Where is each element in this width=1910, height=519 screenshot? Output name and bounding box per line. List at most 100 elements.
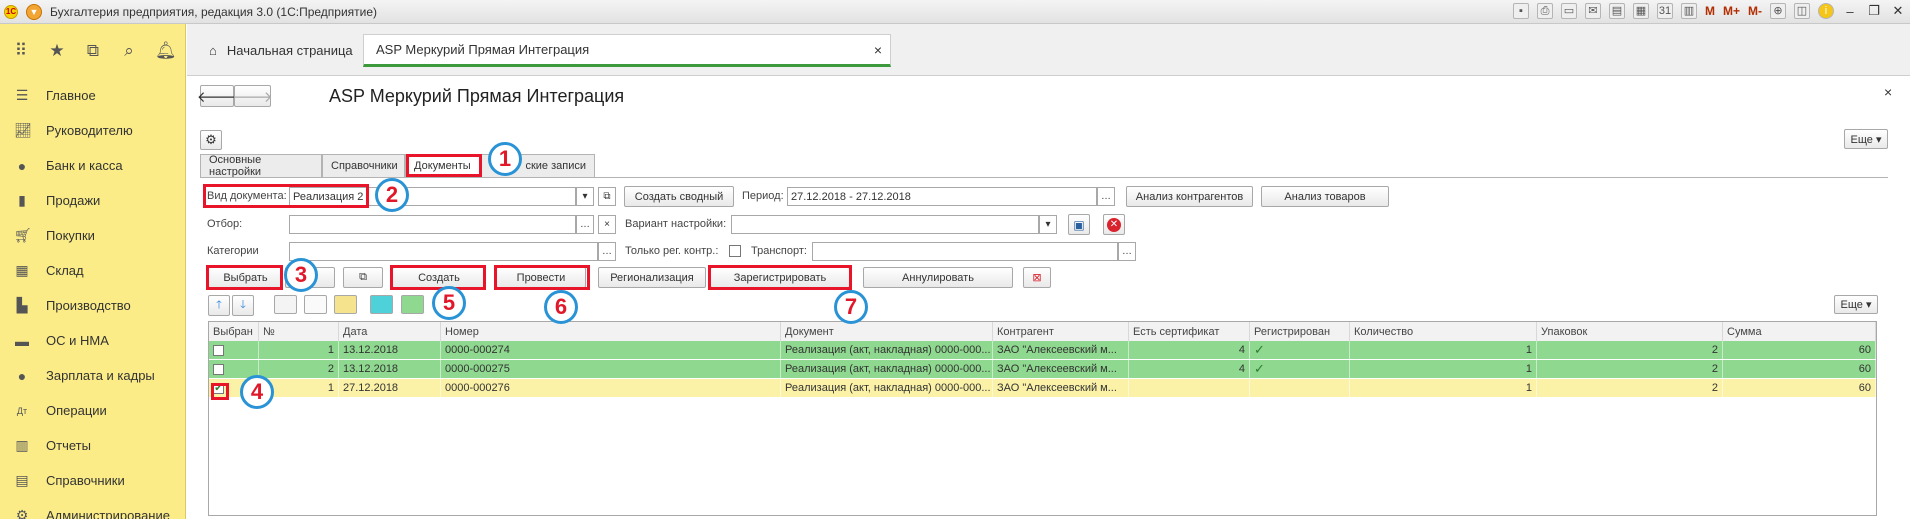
- memory-button[interactable]: M: [1705, 4, 1715, 18]
- panels-icon[interactable]: ◫: [1794, 3, 1810, 19]
- table-row[interactable]: ✔ 1 27.12.2018 0000-000276 Реализация (акт, …: [209, 379, 1876, 397]
- sidebar-item-0[interactable]: ☰ Главное: [0, 78, 185, 113]
- tab-mercury[interactable]: ASP Меркурий Прямая Интеграция ×: [363, 34, 891, 67]
- close-tab-icon[interactable]: ×: [874, 42, 882, 58]
- tab-directories[interactable]: Справочники: [322, 154, 405, 177]
- column-header[interactable]: Контрагент: [993, 322, 1129, 341]
- categories-field[interactable]: [289, 242, 598, 261]
- tab-home[interactable]: ⌂ Начальная страница: [197, 34, 367, 67]
- close-form-icon[interactable]: ×: [1884, 84, 1892, 100]
- color-white-2-button[interactable]: [304, 295, 327, 314]
- annul-button[interactable]: Аннулировать: [863, 267, 1013, 288]
- form-more-button[interactable]: Еще ▾: [1844, 129, 1888, 149]
- categories-select-button[interactable]: …: [598, 242, 616, 261]
- sidebar-item-10[interactable]: ▥ Отчеты: [0, 428, 185, 463]
- sidebar-item-6[interactable]: ▙ Производство: [0, 288, 185, 323]
- calendar-icon[interactable]: 31: [1656, 3, 1673, 19]
- select-button[interactable]: Выбрать: [208, 267, 283, 288]
- create-button[interactable]: Создать: [392, 267, 486, 288]
- memory-plus-button[interactable]: M+: [1723, 4, 1740, 18]
- regionalize-button[interactable]: Регионализация: [598, 267, 706, 288]
- column-header[interactable]: Сумма: [1723, 322, 1876, 341]
- print-icon[interactable]: ⎙: [1536, 3, 1553, 19]
- tab-documents[interactable]: Документы: [405, 154, 481, 177]
- column-header[interactable]: Номер: [441, 322, 781, 341]
- copy-icon[interactable]: ⧉: [343, 267, 383, 288]
- sidebar-item-9[interactable]: Дт Операции: [0, 393, 185, 428]
- row-select-checkbox[interactable]: [213, 344, 224, 356]
- color-cyan-button[interactable]: [370, 295, 393, 314]
- sidebar-item-7[interactable]: ▬ ОС и НМА: [0, 323, 185, 358]
- save-icon[interactable]: ▪: [1512, 3, 1529, 19]
- zoom-icon[interactable]: ⊕: [1770, 3, 1786, 19]
- sidebar-item-4[interactable]: 🛒︎ Покупки: [0, 218, 185, 253]
- minimize-button[interactable]: –: [1842, 4, 1858, 19]
- sidebar-item-2[interactable]: ● Банк и касса: [0, 148, 185, 183]
- variant-field[interactable]: [731, 215, 1039, 234]
- back-button[interactable]: 🡐: [197, 85, 237, 107]
- column-header[interactable]: Регистрирован: [1250, 322, 1350, 341]
- sidebar-item-12[interactable]: ⚙ Администрирование: [0, 498, 185, 519]
- color-white-1-button[interactable]: [274, 295, 297, 314]
- move-up-icon[interactable]: 🡑: [208, 295, 230, 316]
- table-icon[interactable]: ▦: [1632, 3, 1649, 19]
- create-summary-button[interactable]: Создать сводный: [624, 186, 734, 207]
- delete-variant-icon[interactable]: ✕: [1103, 214, 1125, 235]
- column-header[interactable]: Выбран: [209, 322, 259, 341]
- row-select-checkbox[interactable]: [213, 363, 224, 375]
- sidebar-item-5[interactable]: ▦ Склад: [0, 253, 185, 288]
- history-icon[interactable]: ⧉: [83, 41, 103, 61]
- sidebar-item-3[interactable]: ▮ Продажи: [0, 183, 185, 218]
- variant-dropdown-icon[interactable]: ▾: [1039, 215, 1057, 234]
- row-select-checkbox[interactable]: ✔: [213, 382, 224, 394]
- register-button[interactable]: Зарегистрировать: [710, 267, 850, 288]
- doc-type-dropdown-icon[interactable]: ▾: [576, 187, 594, 206]
- table-row[interactable]: 1 13.12.2018 0000-000274 Реализация (акт, н…: [209, 341, 1876, 359]
- calculator-icon[interactable]: ▥: [1680, 3, 1697, 19]
- move-down-icon[interactable]: 🡓: [232, 295, 254, 316]
- only-reg-checkbox[interactable]: [729, 245, 741, 257]
- forward-button[interactable]: 🡒: [232, 85, 273, 107]
- mail-icon[interactable]: ✉: [1584, 3, 1601, 19]
- column-header[interactable]: Есть сертификат: [1129, 322, 1250, 341]
- doc-type-open-icon[interactable]: ⧉: [598, 187, 616, 206]
- close-window-button[interactable]: ✕: [1890, 3, 1906, 19]
- settings-gear-button[interactable]: ⚙: [200, 130, 222, 150]
- info-icon[interactable]: i: [1818, 3, 1834, 19]
- grid-more-button[interactable]: Еще ▾: [1834, 295, 1878, 314]
- main-menu-button[interactable]: ▼: [26, 3, 42, 20]
- sidebar-item-1[interactable]: 📈︎ Руководителю: [0, 113, 185, 148]
- notifications-bell-icon[interactable]: 🔔︎: [155, 41, 177, 61]
- period-select-button[interactable]: …: [1097, 187, 1115, 206]
- clipboard-icon[interactable]: ▤: [1608, 3, 1625, 19]
- column-header[interactable]: Дата: [339, 322, 441, 341]
- column-header[interactable]: №: [259, 322, 339, 341]
- preview-icon[interactable]: ▭: [1560, 3, 1577, 19]
- post-button[interactable]: Провести: [496, 267, 586, 288]
- apps-grid-icon[interactable]: ⠿: [11, 41, 31, 61]
- analysis-goods-button[interactable]: Анализ товаров: [1261, 186, 1389, 207]
- color-yellow-button[interactable]: [334, 295, 357, 314]
- filter-select-button[interactable]: …: [576, 215, 594, 234]
- favorites-star-icon[interactable]: ★: [47, 41, 67, 61]
- memory-minus-button[interactable]: M-: [1748, 4, 1762, 18]
- column-header[interactable]: Упаковок: [1537, 322, 1723, 341]
- sidebar-item-11[interactable]: ▤ Справочники: [0, 463, 185, 498]
- delete-doc-icon[interactable]: ⊠: [1023, 267, 1051, 288]
- doc-type-field[interactable]: Реализация 2: [289, 187, 576, 206]
- transport-field[interactable]: [812, 242, 1118, 261]
- column-header[interactable]: Документ: [781, 322, 993, 341]
- column-header[interactable]: Количество: [1350, 322, 1537, 341]
- search-icon[interactable]: ⌕: [119, 41, 139, 61]
- restore-button[interactable]: ❐: [1866, 3, 1882, 19]
- analysis-contractors-button[interactable]: Анализ контрагентов: [1126, 186, 1253, 207]
- filter-clear-icon[interactable]: ×: [598, 215, 616, 234]
- transport-select-button[interactable]: …: [1118, 242, 1136, 261]
- period-field[interactable]: 27.12.2018 - 27.12.2018: [787, 187, 1097, 206]
- tab-main-settings[interactable]: Основные настройки: [200, 154, 322, 178]
- filter-field[interactable]: [289, 215, 576, 234]
- table-row[interactable]: 2 13.12.2018 0000-000275 Реализация (акт, н…: [209, 360, 1876, 378]
- sidebar-item-8[interactable]: ● Зарплата и кадры: [0, 358, 185, 393]
- color-green-button[interactable]: [401, 295, 424, 314]
- save-variant-icon[interactable]: ▣: [1068, 214, 1090, 235]
